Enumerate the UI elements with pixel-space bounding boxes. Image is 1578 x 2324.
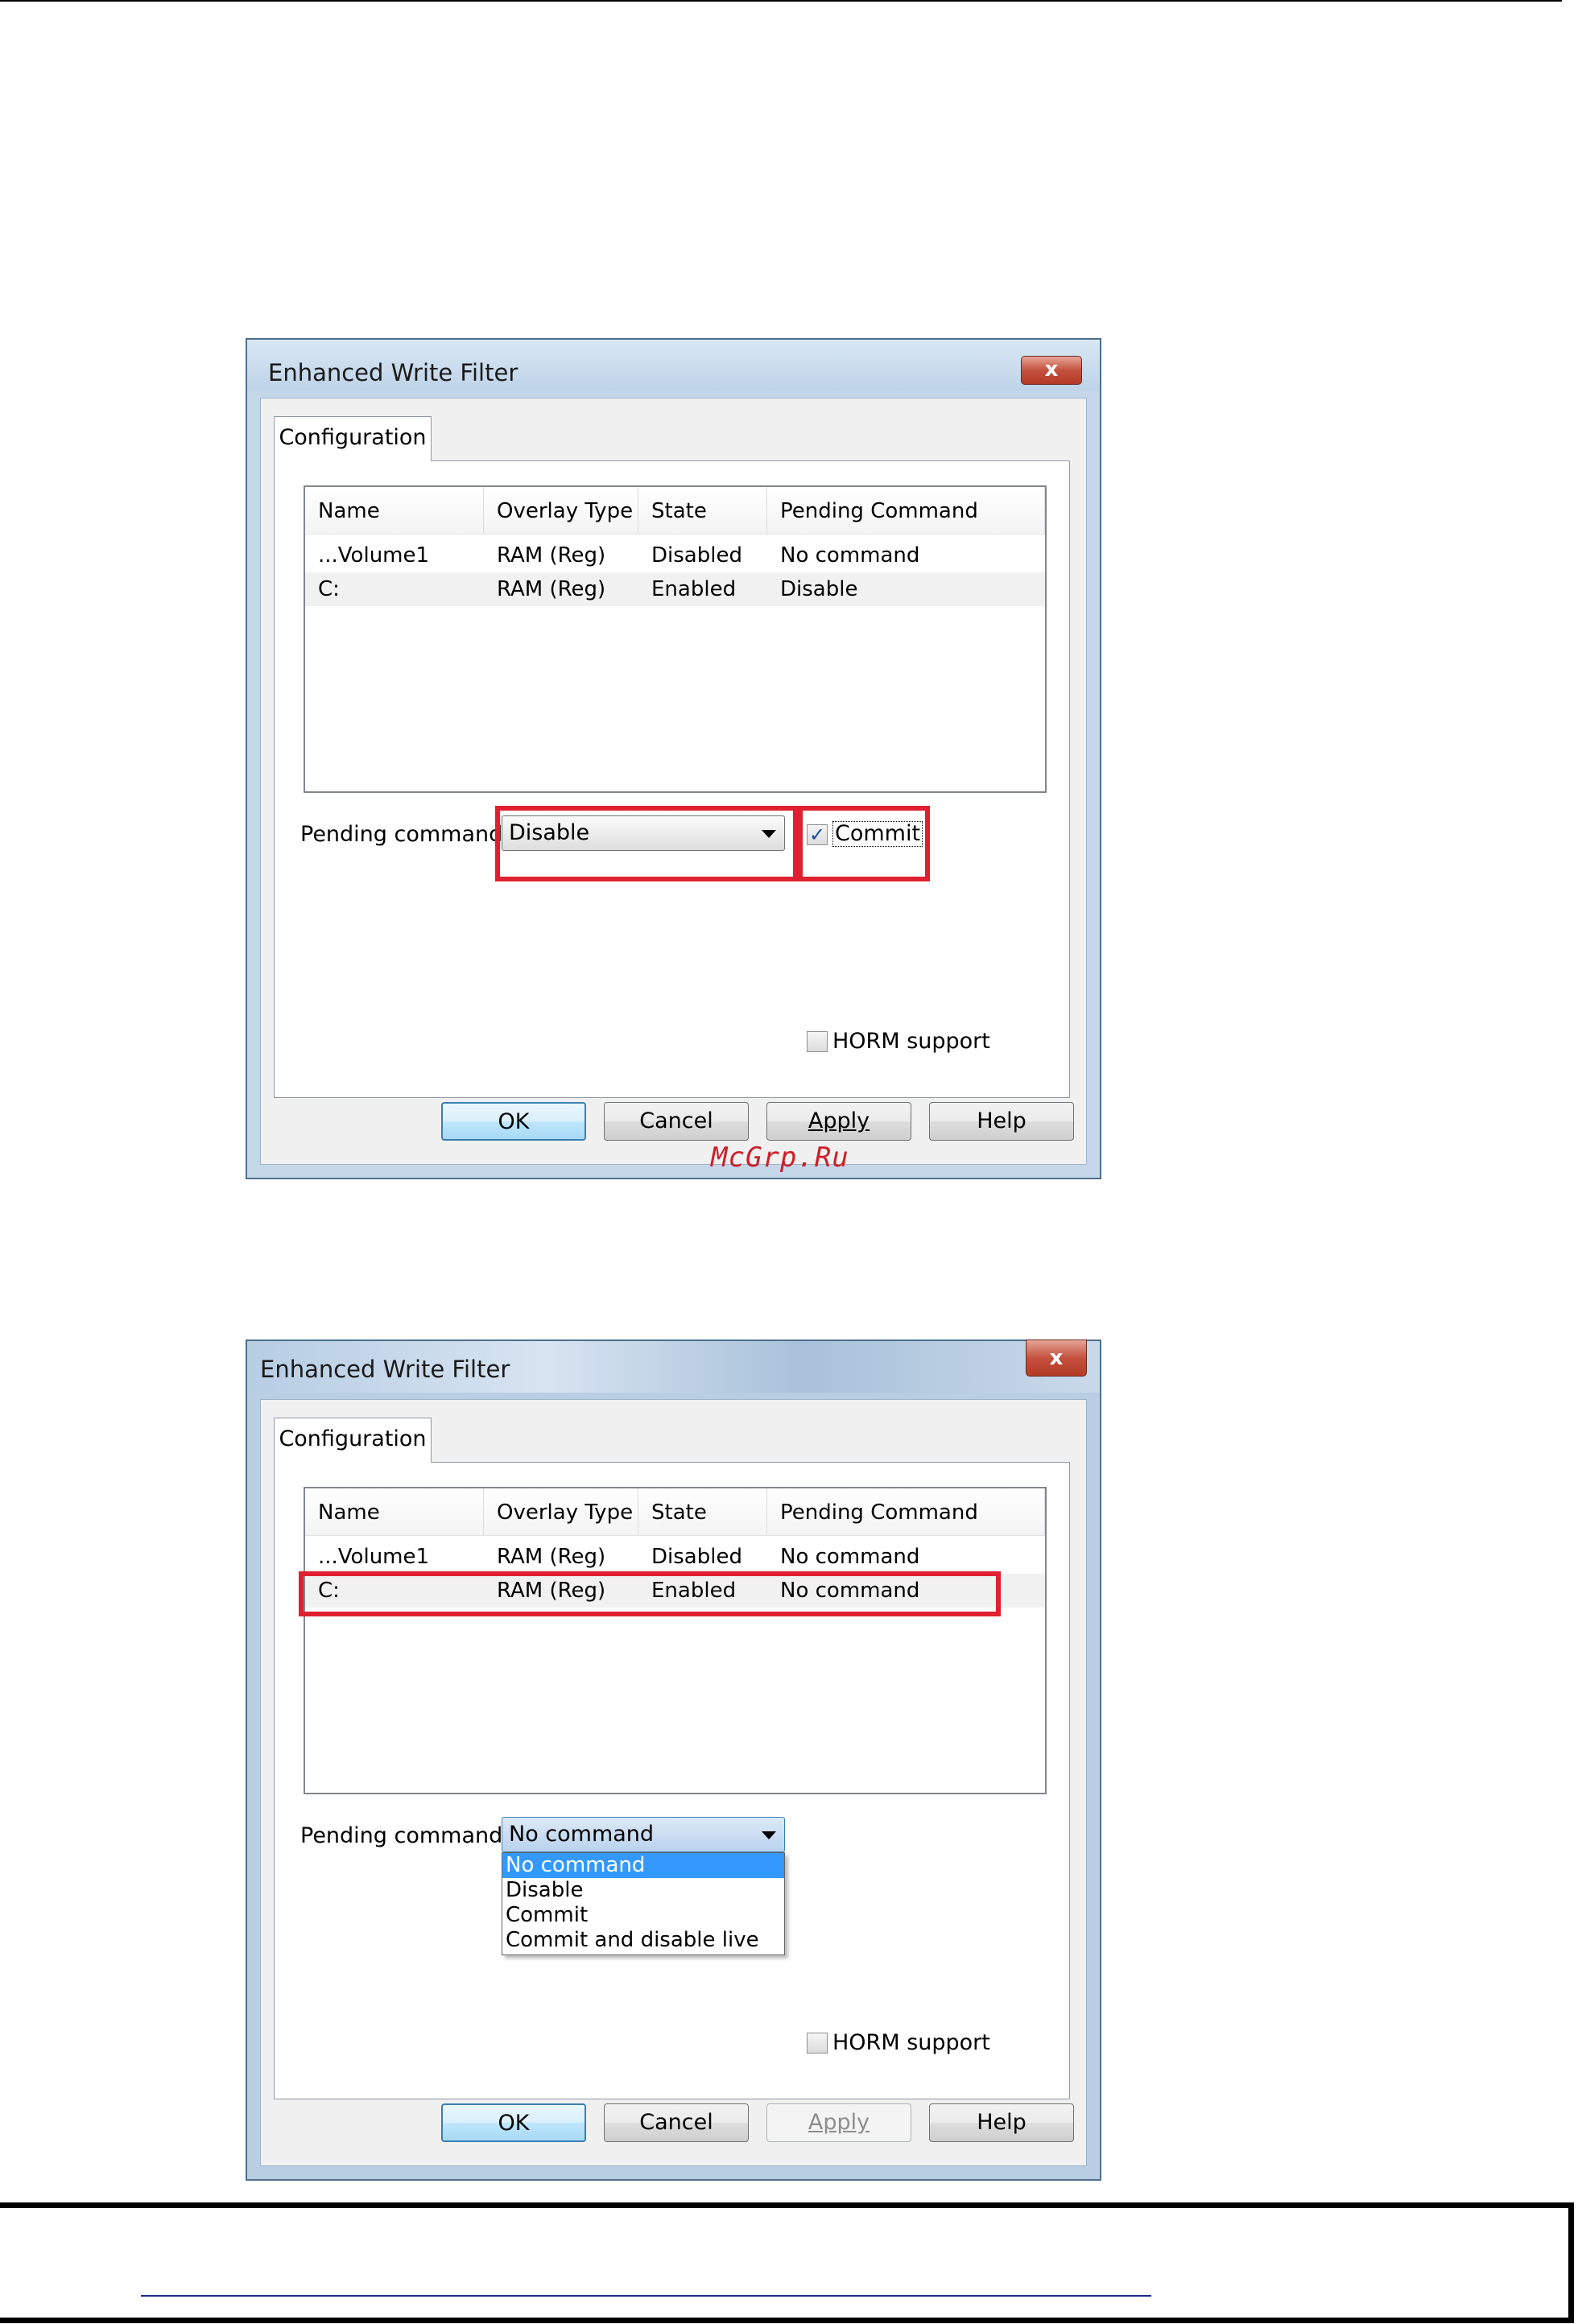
footer-box: [0, 2202, 1574, 2323]
pending-command-select[interactable]: Disable: [502, 815, 785, 851]
list-row[interactable]: ...Volume1 RAM (Reg) Disabled No command: [305, 1540, 1045, 1574]
list-row[interactable]: C: RAM (Reg) Enabled No command: [305, 1574, 1045, 1608]
title-bar[interactable]: Enhanced Write Filter x: [247, 1339, 1100, 1393]
column-header-pending-command[interactable]: Pending Command: [767, 1488, 1045, 1535]
commit-checkbox[interactable]: ✓: [807, 824, 828, 845]
cell-pending-command: No command: [780, 543, 920, 568]
column-header-pending-command[interactable]: Pending Command: [767, 487, 1045, 534]
list-row[interactable]: ...Volume1 RAM (Reg) Disabled No command: [305, 539, 1045, 572]
column-header-name[interactable]: Name: [305, 1488, 484, 1535]
cell-name: C:: [318, 577, 340, 601]
configuration-panel: Name Overlay Type State Pending Command …: [274, 460, 1070, 1098]
list-row[interactable]: C: RAM (Reg) Enabled Disable: [305, 572, 1045, 606]
dropdown-option[interactable]: No command: [502, 1853, 784, 1878]
chevron-down-icon[interactable]: [762, 1831, 776, 1839]
tab-configuration[interactable]: Configuration: [274, 416, 432, 461]
ewf-dialog-2: Enhanced Write Filter x Configuration Na…: [246, 1339, 1101, 2181]
cell-name: C:: [318, 1579, 340, 1603]
volume-list[interactable]: Name Overlay Type State Pending Command …: [304, 1487, 1047, 1794]
cell-name: ...Volume1: [318, 1545, 430, 1569]
column-header-overlay-type[interactable]: Overlay Type: [484, 487, 638, 534]
ewf-dialog-1: Enhanced Write Filter x Configuration Na…: [246, 338, 1101, 1179]
horm-support-label[interactable]: HORM support: [832, 2030, 990, 2055]
cell-state: Enabled: [651, 577, 737, 601]
column-header-name[interactable]: Name: [305, 487, 484, 534]
column-header-state[interactable]: State: [638, 487, 767, 534]
cell-overlay-type: RAM (Reg): [497, 577, 606, 601]
pending-command-dropdown: No command Disable Commit Commit and dis…: [502, 1852, 785, 1955]
cancel-button[interactable]: Cancel: [604, 2103, 749, 2142]
configuration-panel: Name Overlay Type State Pending Command …: [274, 1462, 1070, 2099]
cell-pending-command: No command: [780, 1545, 920, 1569]
horm-support-checkbox[interactable]: [807, 1031, 828, 1052]
pending-command-value: No command: [509, 1822, 655, 1847]
apply-label: Apply: [808, 1108, 870, 1133]
cancel-button[interactable]: Cancel: [604, 1102, 749, 1141]
cell-state: Disabled: [651, 1545, 742, 1569]
horm-support-label[interactable]: HORM support: [832, 1029, 990, 1054]
check-icon: ✓: [808, 824, 826, 846]
pending-command-label: Pending command:: [300, 822, 510, 847]
close-icon: x: [1049, 1346, 1064, 1370]
column-header-overlay-type[interactable]: Overlay Type: [484, 1488, 638, 1535]
list-header: Name Overlay Type State Pending Command: [305, 1488, 1045, 1536]
pending-command-value: Disable: [509, 820, 590, 845]
dialog-title: Enhanced Write Filter: [268, 359, 518, 386]
ok-button[interactable]: OK: [441, 1102, 586, 1141]
help-button[interactable]: Help: [929, 2103, 1074, 2142]
cell-overlay-type: RAM (Reg): [497, 1579, 606, 1603]
cell-state: Disabled: [651, 543, 742, 568]
apply-button[interactable]: Apply: [766, 2103, 911, 2142]
close-icon: x: [1044, 357, 1059, 382]
dialog-title: Enhanced Write Filter: [260, 1356, 510, 1383]
tab-configuration[interactable]: Configuration: [274, 1418, 432, 1463]
column-header-state[interactable]: State: [638, 1488, 767, 1535]
ok-button[interactable]: OK: [441, 2103, 586, 2142]
pending-command-select[interactable]: No command: [502, 1817, 785, 1852]
cell-name: ...Volume1: [318, 543, 430, 568]
pending-command-label: Pending command:: [300, 1823, 510, 1848]
horm-support-checkbox[interactable]: [807, 2033, 828, 2054]
apply-button[interactable]: Apply: [766, 1102, 911, 1141]
list-header: Name Overlay Type State Pending Command: [305, 487, 1045, 535]
close-button[interactable]: x: [1021, 356, 1082, 385]
cell-state: Enabled: [651, 1579, 737, 1603]
footer-link-line: [141, 2295, 1151, 2297]
top-rule: [0, 0, 1562, 2]
dropdown-option[interactable]: Commit and disable live: [502, 1928, 784, 1953]
cell-overlay-type: RAM (Reg): [497, 543, 606, 568]
dropdown-option[interactable]: Commit: [502, 1903, 784, 1928]
close-button[interactable]: x: [1026, 1339, 1087, 1377]
cell-pending-command: No command: [780, 1579, 920, 1603]
volume-list[interactable]: Name Overlay Type State Pending Command …: [304, 485, 1047, 793]
help-button[interactable]: Help: [929, 1102, 1074, 1141]
watermark: McGrp.Ru: [711, 1141, 849, 1174]
chevron-down-icon[interactable]: [762, 830, 776, 838]
dropdown-option[interactable]: Disable: [502, 1878, 784, 1903]
commit-label[interactable]: Commit: [832, 821, 923, 847]
title-bar[interactable]: Enhanced Write Filter x: [247, 340, 1100, 391]
cell-overlay-type: RAM (Reg): [497, 1545, 606, 1569]
dialog-client: Configuration Name Overlay Type State Pe…: [260, 1399, 1087, 2166]
dialog-client: Configuration Name Overlay Type State Pe…: [260, 398, 1087, 1165]
cell-pending-command: Disable: [780, 577, 858, 601]
apply-label: Apply: [808, 2110, 870, 2135]
